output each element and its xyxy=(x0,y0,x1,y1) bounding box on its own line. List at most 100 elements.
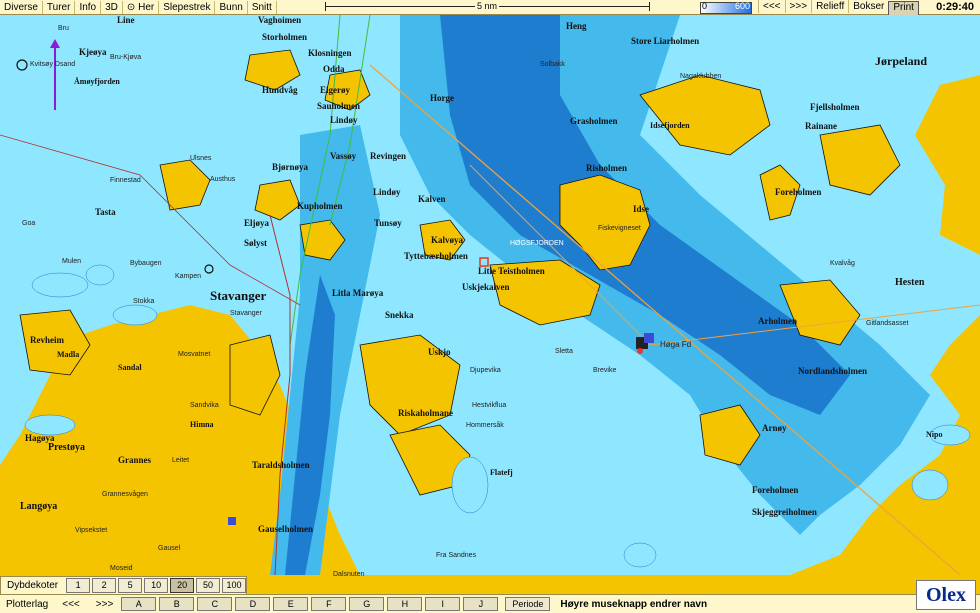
label-bjornoya: Bjørnøya xyxy=(272,162,308,172)
label-stavanger: Stavanger xyxy=(210,288,267,303)
label-risholmen: Risholmen xyxy=(586,163,628,173)
place-kvitsoy: Kvitsøy Dsand xyxy=(30,61,76,68)
label-storholmen: Storholmen xyxy=(262,32,307,42)
label-revingen: Revingen xyxy=(370,151,406,161)
bokser-button[interactable]: Bokser xyxy=(848,0,888,13)
place-stavanger-small: Stavanger xyxy=(230,310,262,317)
dybdekoter-label: Dybdekoter xyxy=(7,580,59,591)
depth-button-2[interactable]: 2 xyxy=(92,578,117,593)
place-gitlandsasset: Gitlandsasset xyxy=(866,320,909,327)
depth-button-5[interactable]: 5 xyxy=(118,578,143,593)
menu-3d[interactable]: 3D xyxy=(101,0,123,14)
place-kampen: Kampen xyxy=(175,273,202,280)
waypoint-marker-2 xyxy=(228,517,236,525)
place-solbakk: Solbakk xyxy=(540,61,565,68)
label-line: Line xyxy=(117,15,135,25)
label-grannes: Grannes xyxy=(118,455,152,465)
label-solyst: Sølyst xyxy=(244,238,268,248)
place-finnestad: Finnestad xyxy=(110,177,141,184)
label-kalvoya: Kalvøya xyxy=(431,235,464,245)
label-nordlandsholmen: Nordlandsholmen xyxy=(798,366,868,376)
scale-label: 5 nm xyxy=(475,1,500,11)
layer-prev-button[interactable]: <<< xyxy=(54,599,88,610)
label-revheim: Revheim xyxy=(30,335,64,345)
label-sandal: Sandal xyxy=(118,363,142,372)
layer-button-c[interactable]: C xyxy=(197,597,233,611)
label-uskjekalven: Uskjekalven xyxy=(462,282,510,292)
place-brevike: Brevike xyxy=(593,367,617,374)
layer-button-h[interactable]: H xyxy=(387,597,423,611)
depth-button-50[interactable]: 50 xyxy=(196,578,221,593)
label-lindoy: Lindøy xyxy=(330,115,358,125)
menu-her[interactable]: ⊙ Her xyxy=(123,0,160,14)
place-hestvikflua: Hestvikflua xyxy=(472,402,507,409)
place-mosvatnet: Mosvatnet xyxy=(178,351,211,358)
vessel-label: Høga Fd xyxy=(660,340,692,349)
label-arnoy: Arnøy xyxy=(762,423,787,433)
place-grannesvagen: Grannesvågen xyxy=(102,491,148,498)
label-hesten: Hesten xyxy=(895,277,925,288)
label-lindoy-2: Lindøy xyxy=(373,187,401,197)
menu-info[interactable]: Info xyxy=(75,0,102,14)
label-hagoya: Hagøya xyxy=(25,433,55,443)
menu-slepestrek[interactable]: Slepestrek xyxy=(159,0,216,14)
periode-button[interactable]: Periode xyxy=(505,597,551,611)
prev-button[interactable]: <<< xyxy=(758,0,785,13)
label-eigeroy: Eigerøy xyxy=(320,85,350,95)
label-skjeggreiholmen: Skjeggreiholmen xyxy=(752,507,817,517)
label-foreholmen-2: Foreholmen xyxy=(752,485,799,495)
menu-her-label: Her xyxy=(138,1,155,13)
label-gauselholmen: Gauselholmen xyxy=(258,524,314,534)
layer-button-d[interactable]: D xyxy=(235,597,271,611)
layer-next-button[interactable]: >>> xyxy=(88,599,122,610)
menu-bunn[interactable]: Bunn xyxy=(215,0,248,14)
label-klosningen: Klosningen xyxy=(308,48,352,58)
place-bru: Bru xyxy=(58,25,69,32)
depth-button-20[interactable]: 20 xyxy=(170,578,195,593)
layer-button-b[interactable]: B xyxy=(159,597,195,611)
plotterlag-bar: Plotterlag <<< >>> A B C D E F G H I J P… xyxy=(0,594,980,613)
track-label: HØGSFJORDEN xyxy=(510,240,564,247)
label-tyttebaerholmen: Tyttebærholmen xyxy=(404,251,468,261)
label-sauholmen: Sauholmen xyxy=(317,101,361,111)
menu-snitt[interactable]: Snitt xyxy=(248,0,277,14)
label-kjeoya: Kjeøya xyxy=(79,47,107,57)
olex-logo: Olex xyxy=(916,580,976,610)
label-store-liarholmen: Store Liarholmen xyxy=(631,36,700,46)
label-taraldsholmen: Taraldsholmen xyxy=(252,460,310,470)
label-litle-teistholmen: Litle Teistholmen xyxy=(478,266,545,276)
label-jorpeland: Jørpeland xyxy=(875,54,928,68)
chart-map[interactable]: Stavanger Jørpeland Hesten Revheim Prest… xyxy=(0,14,980,578)
place-stokka: Stokka xyxy=(133,298,155,305)
layer-button-i[interactable]: I xyxy=(425,597,461,611)
label-foreholmen: Foreholmen xyxy=(775,187,822,197)
label-riskaholmane: Riskaholmane xyxy=(398,408,454,418)
label-kalven: Kalven xyxy=(418,194,446,204)
status-hint: Høyre museknapp endrer navn xyxy=(560,598,708,610)
place-mulen: Mulen xyxy=(62,258,82,265)
depth-button-1[interactable]: 1 xyxy=(66,578,91,593)
layer-button-g[interactable]: G xyxy=(349,597,385,611)
place-fiskevigneset: Fiskevigneset xyxy=(598,225,641,232)
place-moseid: Moseid xyxy=(110,565,133,572)
place-kvalvag: Kvalvåg xyxy=(830,260,855,267)
depth-button-100[interactable]: 100 xyxy=(222,578,247,593)
menu-turer[interactable]: Turer xyxy=(43,0,76,14)
clock: 0:29:40 xyxy=(936,1,974,13)
layer-button-j[interactable]: J xyxy=(463,597,499,611)
label-nipo: Nipo xyxy=(926,430,943,439)
label-snekka: Snekka xyxy=(385,310,414,320)
layer-button-f[interactable]: F xyxy=(311,597,347,611)
print-button[interactable]: Print xyxy=(888,1,919,16)
relieff-button[interactable]: Relieff xyxy=(811,0,848,13)
depth-button-10[interactable]: 10 xyxy=(144,578,169,593)
place-dalsnuten: Dalsnuten xyxy=(333,571,365,578)
next-button[interactable]: >>> xyxy=(784,0,812,13)
layer-button-e[interactable]: E xyxy=(273,597,309,611)
menu-diverse[interactable]: Diverse xyxy=(0,0,43,14)
place-vipsekstet: Vipsekstet xyxy=(75,527,108,534)
layer-button-a[interactable]: A xyxy=(121,597,157,611)
label-litla-maroya: Litla Marøya xyxy=(332,288,384,298)
label-prestoya: Prestøya xyxy=(48,442,86,453)
label-fjellsholmen: Fjellsholmen xyxy=(810,102,860,112)
